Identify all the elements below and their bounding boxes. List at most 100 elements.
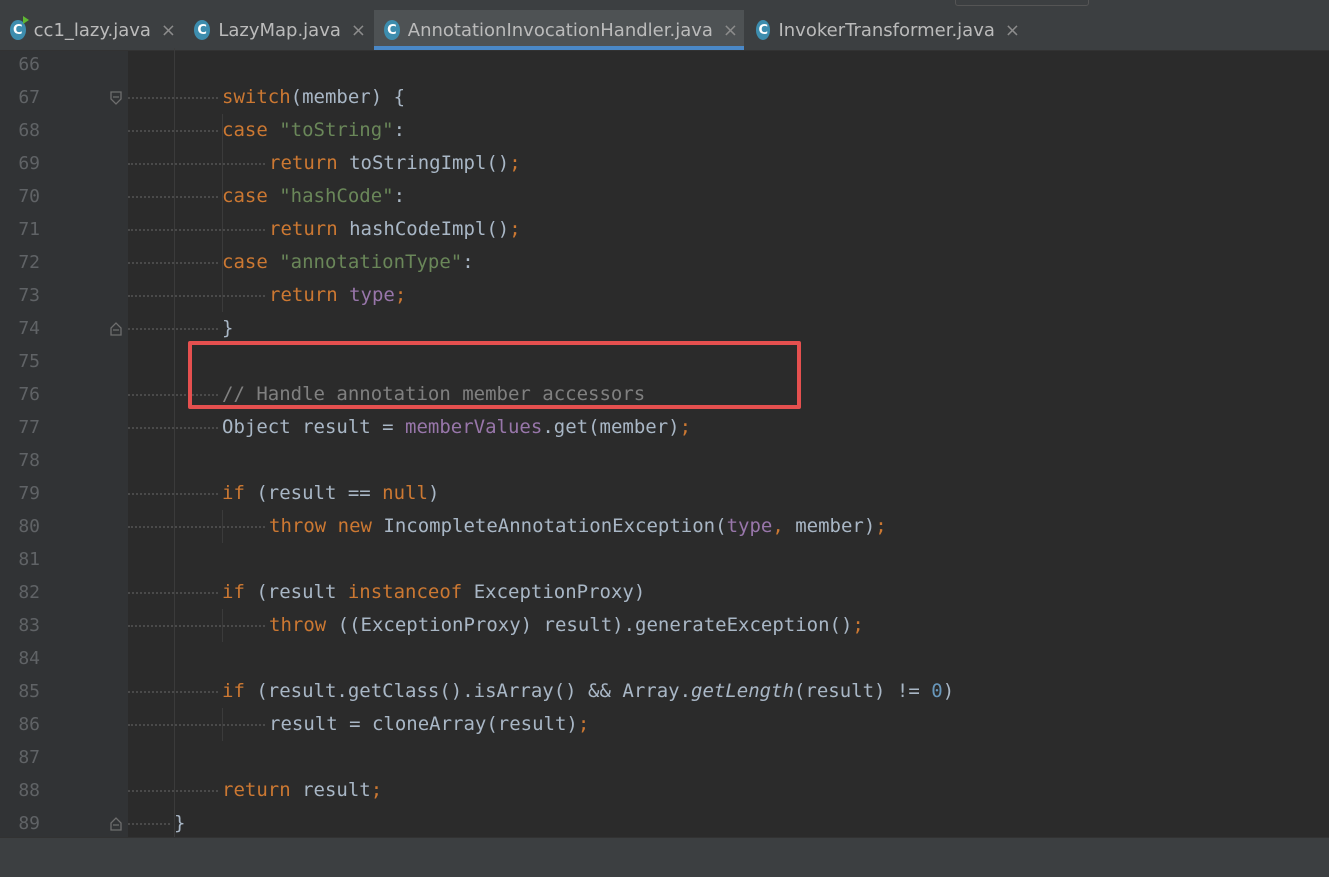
code-editor[interactable]: 66 67 switch(member) {68 case "toString": 69… — [0, 48, 1329, 840]
code-text: throw ((ExceptionProxy) result).generate… — [269, 609, 864, 642]
code-text: case "annotationType": — [222, 246, 474, 279]
code-text: return hashCodeImpl(); — [269, 213, 521, 246]
code-line[interactable]: 71 return hashCodeImpl(); — [0, 213, 1329, 246]
code-line[interactable]: 69 return toStringImpl(); — [0, 147, 1329, 180]
indent-whitespace-dots — [128, 823, 170, 825]
code-token: throw — [269, 614, 338, 636]
line-number: 72 — [18, 252, 40, 273]
code-text: if (result.getClass().isArray() && Array… — [222, 675, 954, 708]
line-number: 82 — [18, 582, 40, 603]
code-line[interactable]: 79 if (result == null) — [0, 477, 1329, 510]
code-token: .get(member) — [542, 416, 680, 438]
highlight-box — [188, 341, 801, 409]
code-text: if (result == null) — [222, 477, 439, 510]
fold-marker-icon[interactable] — [110, 90, 122, 105]
close-icon[interactable]: × — [161, 20, 176, 41]
code-token: if — [222, 482, 257, 504]
code-line[interactable]: 82 if (result instanceof ExceptionProxy) — [0, 576, 1329, 609]
code-token: ) — [427, 482, 440, 504]
indent-guide — [222, 114, 223, 312]
code-token: 0 — [931, 680, 943, 702]
code-line[interactable]: 87 — [0, 741, 1329, 774]
code-line[interactable]: 89} — [0, 807, 1329, 840]
line-number: 75 — [18, 351, 40, 372]
indent-whitespace-dots — [128, 427, 218, 429]
indent-whitespace-dots — [128, 229, 265, 231]
code-line[interactable]: 86 result = cloneArray(result); — [0, 708, 1329, 741]
code-token: type — [349, 284, 395, 306]
code-token: if — [222, 581, 257, 603]
fold-marker-icon[interactable] — [110, 321, 122, 336]
line-number: 69 — [18, 153, 40, 174]
tab-invoker-transformer[interactable]: C InvokerTransformer.java × — [746, 10, 1026, 50]
code-line[interactable]: 88 return result; — [0, 774, 1329, 807]
code-token: } — [174, 812, 186, 834]
code-token: result — [302, 779, 371, 801]
class-icon: C — [756, 20, 771, 40]
line-number: 68 — [18, 120, 40, 141]
code-token: ; — [370, 779, 383, 801]
tab-annotation-invocation-handler[interactable]: C AnnotationInvocationHandler.java × — [374, 10, 744, 50]
line-number: 67 — [18, 87, 40, 108]
code-line[interactable]: 72 case "annotationType": — [0, 246, 1329, 279]
line-number: 78 — [18, 450, 40, 471]
code-line[interactable]: 73 return type; — [0, 279, 1329, 312]
code-token: "toString" — [279, 119, 394, 141]
code-line[interactable]: 81 — [0, 543, 1329, 576]
status-bar — [0, 837, 1329, 877]
line-number: 70 — [18, 186, 40, 207]
code-token: ; — [509, 218, 521, 240]
code-token: toStringImpl() — [349, 152, 510, 174]
tab-label: LazyMap.java — [218, 19, 341, 41]
code-line[interactable]: 78 — [0, 444, 1329, 477]
code-token: "hashCode" — [279, 185, 394, 207]
code-text: return toStringImpl(); — [269, 147, 521, 180]
line-number: 88 — [18, 780, 40, 801]
code-line[interactable]: 80 throw new IncompleteAnnotationExceptio… — [0, 510, 1329, 543]
indent-whitespace-dots — [128, 790, 218, 792]
code-token: (result == — [256, 482, 383, 504]
line-number: 73 — [18, 285, 40, 306]
code-line[interactable]: 68 case "toString": — [0, 114, 1329, 147]
code-token: , — [772, 515, 796, 537]
window-top-strip — [0, 0, 1329, 10]
code-line[interactable]: 70 case "hashCode": — [0, 180, 1329, 213]
code-text: switch(member) { — [222, 81, 405, 114]
close-icon[interactable]: × — [351, 20, 366, 41]
code-token: ) — [942, 680, 955, 702]
indent-whitespace-dots — [128, 328, 218, 330]
fold-marker-icon[interactable] — [110, 816, 122, 831]
code-token: if — [222, 680, 257, 702]
editor-tab-bar: C cc1_lazy.java × C LazyMap.java × C Ann… — [0, 10, 1329, 51]
line-number: 79 — [18, 483, 40, 504]
line-number: 89 — [18, 813, 40, 834]
code-token: hashCodeImpl() — [349, 218, 510, 240]
code-token: case — [222, 185, 280, 207]
code-line[interactable]: 84 — [0, 642, 1329, 675]
close-icon[interactable]: × — [723, 20, 738, 41]
code-token: case — [222, 119, 280, 141]
code-text: result = cloneArray(result); — [269, 708, 589, 741]
code-text: case "toString": — [222, 114, 405, 147]
tab-lazymap[interactable]: C LazyMap.java × — [184, 10, 372, 50]
code-line[interactable]: 66 — [0, 48, 1329, 81]
code-line[interactable]: 83 throw ((ExceptionProxy) result).genera… — [0, 609, 1329, 642]
code-line[interactable]: 85 if (result.getClass().isArray() && Arr… — [0, 675, 1329, 708]
close-icon[interactable]: × — [1005, 20, 1020, 41]
code-token: IncompleteAnnotationException( — [383, 515, 727, 537]
line-number: 86 — [18, 714, 40, 735]
code-line[interactable]: 67 switch(member) { — [0, 81, 1329, 114]
toolbar-remnant — [955, 0, 1089, 6]
code-token: memberValues — [405, 416, 543, 438]
line-number: 84 — [18, 648, 40, 669]
code-token: } — [222, 317, 234, 339]
code-token: "annotationType" — [279, 251, 463, 273]
class-run-icon: C — [10, 16, 29, 40]
code-text: if (result instanceof ExceptionProxy) — [222, 576, 645, 609]
indent-whitespace-dots — [128, 691, 218, 693]
code-line[interactable]: 77 Object result = memberValues.get(membe… — [0, 411, 1329, 444]
indent-whitespace-dots — [128, 493, 218, 495]
line-number: 81 — [18, 549, 40, 570]
code-token: type — [726, 515, 773, 537]
tab-cc1-lazy[interactable]: C cc1_lazy.java × — [0, 10, 182, 50]
